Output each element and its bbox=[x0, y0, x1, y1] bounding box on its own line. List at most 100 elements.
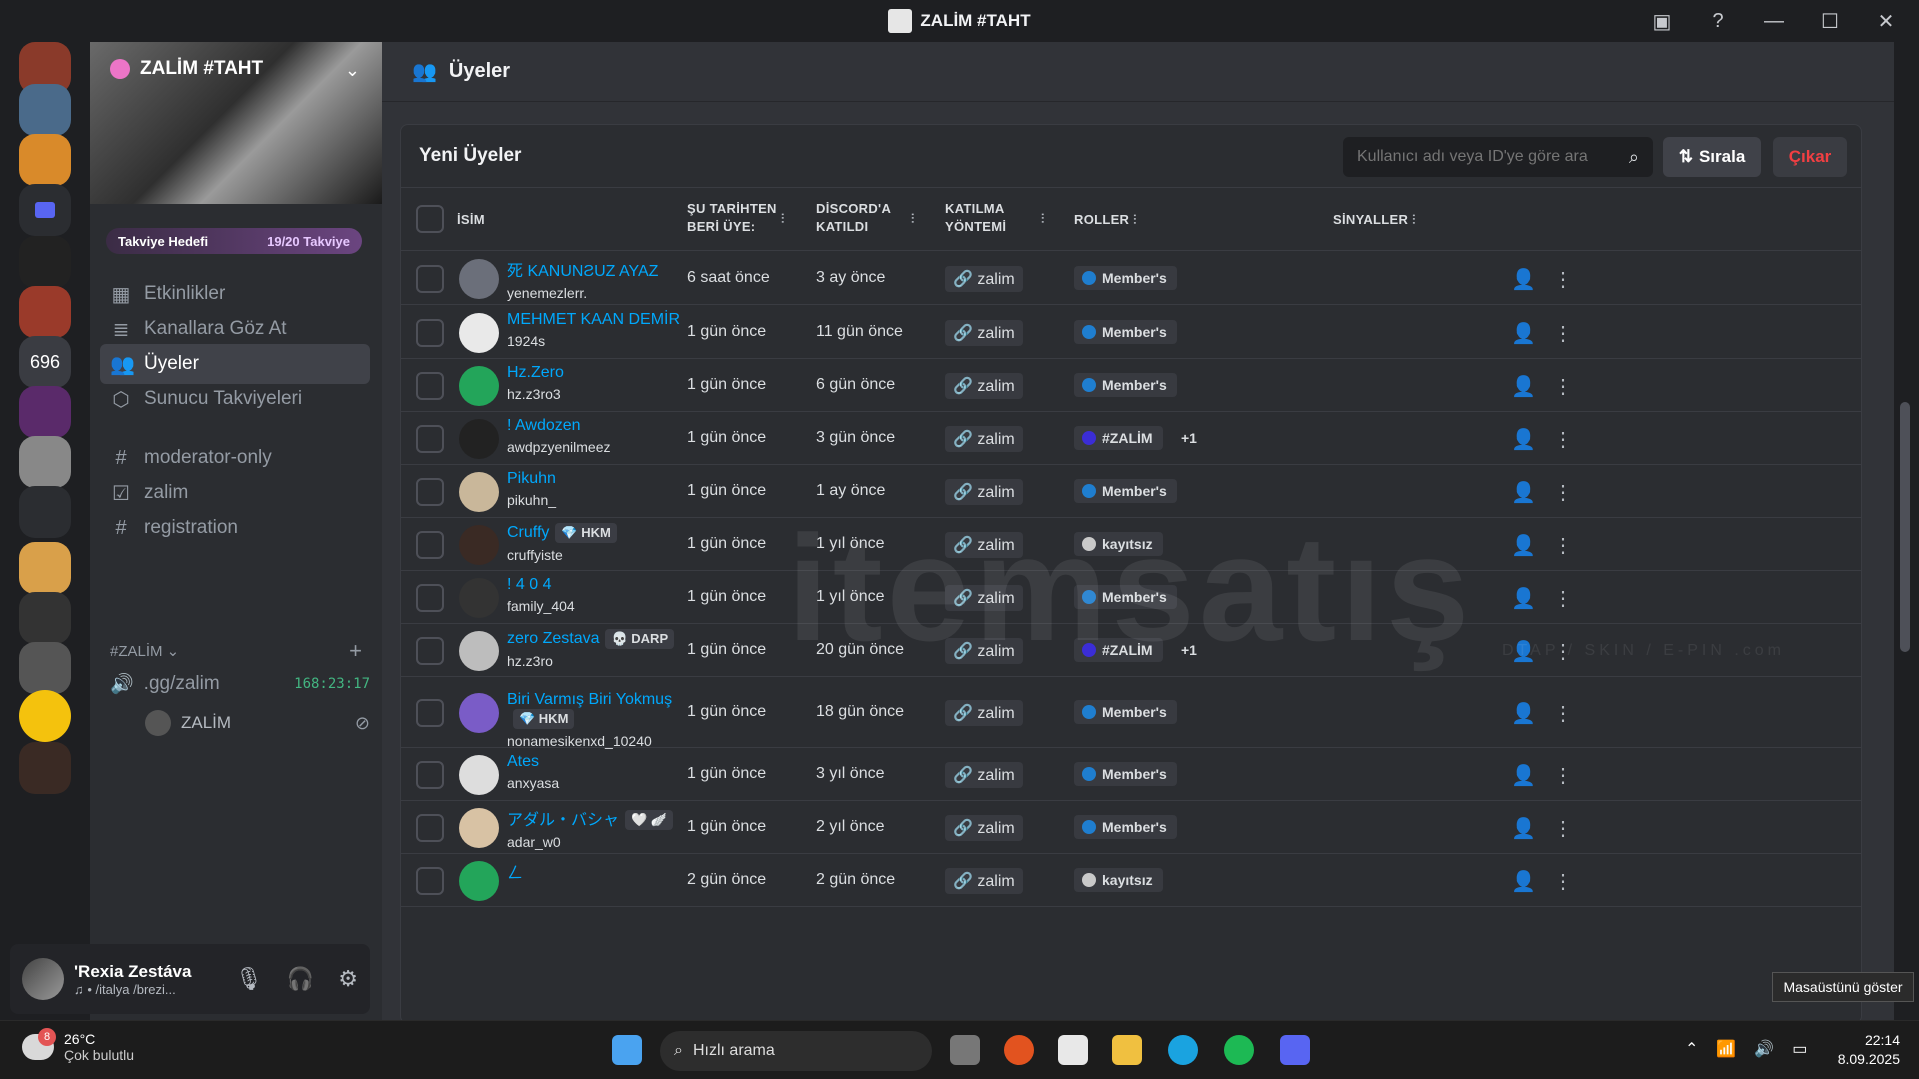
row-checkbox[interactable] bbox=[416, 530, 444, 559]
avatar[interactable] bbox=[459, 312, 499, 353]
inbox-icon[interactable]: ▣ bbox=[1649, 9, 1675, 34]
join-method[interactable]: 🔗 zalim bbox=[945, 531, 1023, 558]
role-pill[interactable]: Member's bbox=[1074, 319, 1177, 344]
app-icon[interactable] bbox=[1004, 1035, 1034, 1065]
server-icon[interactable] bbox=[19, 386, 71, 438]
role-pill[interactable]: Member's bbox=[1074, 814, 1177, 839]
server-icon[interactable] bbox=[19, 592, 71, 644]
server-icon[interactable] bbox=[19, 286, 71, 338]
more-options-icon[interactable]: ⋮ bbox=[1553, 533, 1573, 558]
member-name-cell[interactable]: Biri Varmış Biri Yokmuş💎 HKM nonamesiken… bbox=[507, 691, 687, 749]
server-icon[interactable] bbox=[19, 542, 71, 594]
nav-server-boosts[interactable]: ⬡ Sunucu Takviyeleri bbox=[100, 379, 370, 419]
role-pill[interactable]: #ZALİM bbox=[1074, 637, 1163, 662]
profile-icon[interactable]: 👤 bbox=[1511, 639, 1536, 664]
help-icon[interactable]: ? bbox=[1705, 10, 1731, 33]
server-folder[interactable] bbox=[19, 486, 71, 538]
profile-icon[interactable]: 👤 bbox=[1511, 701, 1536, 726]
add-channel-icon[interactable]: + bbox=[349, 638, 362, 664]
avatar[interactable] bbox=[22, 958, 64, 1000]
display-name[interactable]: ㄥ bbox=[507, 865, 523, 882]
search-input[interactable] bbox=[1357, 148, 1597, 166]
profile-icon[interactable]: 👤 bbox=[1511, 586, 1536, 611]
profile-icon[interactable]: 👤 bbox=[1511, 374, 1536, 399]
nav-members[interactable]: 👥 Üyeler bbox=[100, 344, 370, 384]
close-button[interactable]: ✕ bbox=[1873, 9, 1899, 34]
display-name[interactable]: Hz.Zero bbox=[507, 364, 564, 381]
server-icon-696[interactable]: 696 bbox=[19, 336, 71, 388]
server-header[interactable]: ZALİM #TAHT bbox=[110, 58, 263, 80]
more-options-icon[interactable]: ⋮ bbox=[1553, 869, 1573, 894]
display-name[interactable]: Pikuhn bbox=[507, 470, 556, 487]
join-method[interactable]: 🔗 zalim bbox=[945, 761, 1023, 788]
avatar[interactable] bbox=[459, 418, 499, 459]
table-row[interactable]: Hz.Zero hz.z3ro3 1 gün önce 6 gün önce 🔗… bbox=[401, 359, 1861, 412]
task-view-icon[interactable] bbox=[950, 1035, 980, 1065]
member-name-cell[interactable]: アダル・バシャ 🤍 🪽 adar_w0 bbox=[507, 806, 687, 850]
chevron-up-icon[interactable]: ⌃ bbox=[1685, 1039, 1698, 1059]
row-checkbox[interactable] bbox=[416, 698, 444, 727]
more-options-icon[interactable]: ⋮ bbox=[1553, 586, 1573, 611]
join-method[interactable]: 🔗 zalim bbox=[945, 699, 1023, 726]
row-checkbox[interactable] bbox=[416, 264, 444, 293]
table-row[interactable]: MEHMET KAAN DEMİR 1924s 1 gün önce 11 gü… bbox=[401, 306, 1861, 359]
scrollbar-thumb[interactable] bbox=[1900, 402, 1910, 652]
role-pill[interactable]: Member's bbox=[1074, 372, 1177, 397]
join-method[interactable]: 🔗 zalim bbox=[945, 867, 1023, 894]
profile-icon[interactable]: 👤 bbox=[1511, 869, 1536, 894]
more-options-icon[interactable]: ⋮ bbox=[1553, 480, 1573, 505]
row-checkbox[interactable] bbox=[416, 866, 444, 895]
member-search[interactable]: ⌕ bbox=[1343, 137, 1653, 177]
column-joined-discord[interactable]: DİSCORD'A KATILDI bbox=[816, 200, 906, 236]
display-name[interactable]: Biri Varmış Biri Yokmuş bbox=[507, 691, 672, 708]
more-roles[interactable]: +1 bbox=[1181, 642, 1197, 658]
filter-icon[interactable]: ⫶ bbox=[911, 210, 915, 228]
file-explorer-icon[interactable] bbox=[1112, 1035, 1142, 1065]
clock[interactable]: 22:14 8.09.2025 bbox=[1830, 1031, 1900, 1069]
display-name[interactable]: ! 4 0 4 bbox=[507, 576, 551, 593]
server-icon[interactable] bbox=[19, 742, 71, 794]
profile-icon[interactable]: 👤 bbox=[1511, 427, 1536, 452]
table-row[interactable]: Biri Varmış Biri Yokmuş💎 HKM nonamesiken… bbox=[401, 677, 1861, 749]
role-pill[interactable]: #ZALİM bbox=[1074, 425, 1163, 450]
more-options-icon[interactable]: ⋮ bbox=[1553, 267, 1573, 292]
channel-zalim[interactable]: ☑ zalim bbox=[100, 473, 370, 513]
display-name[interactable]: アダル・バシャ bbox=[507, 812, 619, 829]
server-icon[interactable] bbox=[19, 236, 71, 288]
profile-icon[interactable]: 👤 bbox=[1511, 763, 1536, 788]
member-name-cell[interactable]: ㄥ bbox=[507, 859, 687, 887]
more-options-icon[interactable]: ⋮ bbox=[1553, 639, 1573, 664]
role-pill[interactable]: Member's bbox=[1074, 478, 1177, 503]
more-options-icon[interactable]: ⋮ bbox=[1553, 427, 1573, 452]
wifi-icon[interactable]: 📶 bbox=[1716, 1039, 1736, 1059]
display-name[interactable]: Cruffy bbox=[507, 524, 549, 541]
display-name[interactable]: MEHMET KAAN DEMİR bbox=[507, 311, 680, 328]
column-member-since[interactable]: ŞU TARİHTEN BERİ ÜYE: bbox=[687, 200, 787, 236]
more-options-icon[interactable]: ⋮ bbox=[1553, 321, 1573, 346]
headphones-icon[interactable]: 🎧 bbox=[287, 966, 314, 992]
gear-icon[interactable]: ⚙ bbox=[338, 966, 358, 992]
table-row[interactable]: Ates anxyasa 1 gün önce 3 yıl önce 🔗 zal… bbox=[401, 748, 1861, 801]
avatar[interactable] bbox=[459, 754, 499, 795]
role-pill[interactable]: kayıtsız bbox=[1074, 531, 1163, 556]
join-method[interactable]: 🔗 zalim bbox=[945, 319, 1023, 346]
weather-widget[interactable]: 8 26°C Çok bulutlu bbox=[22, 1028, 134, 1063]
avatar[interactable] bbox=[459, 365, 499, 406]
table-row[interactable]: 死 KANUNƧUZ AYAZ yenemezlerr. 6 saat önce… bbox=[401, 252, 1861, 305]
join-method[interactable]: 🔗 zalim bbox=[945, 584, 1023, 611]
taskbar-search[interactable]: ⌕ Hızlı arama bbox=[660, 1031, 932, 1071]
avatar[interactable] bbox=[459, 258, 499, 299]
member-name-cell[interactable]: 死 KANUNƧUZ AYAZ yenemezlerr. bbox=[507, 257, 687, 301]
table-row[interactable]: ! Awdozen awdpzyenilmeez 1 gün önce 3 gü… bbox=[401, 412, 1861, 465]
role-pill[interactable]: Member's bbox=[1074, 584, 1177, 609]
voice-channel[interactable]: 🔊 .gg/zalim 168:23:17 bbox=[110, 672, 370, 696]
minimize-button[interactable]: — bbox=[1761, 10, 1787, 33]
display-name[interactable]: ! Awdozen bbox=[507, 417, 581, 434]
channel-registration[interactable]: # registration bbox=[100, 508, 370, 548]
display-name[interactable]: Ates bbox=[507, 753, 539, 770]
avatar[interactable] bbox=[459, 630, 499, 671]
more-options-icon[interactable]: ⋮ bbox=[1553, 816, 1573, 841]
avatar[interactable] bbox=[459, 807, 499, 848]
profile-icon[interactable]: 👤 bbox=[1511, 321, 1536, 346]
member-name-cell[interactable]: Cruffy 💎 HKM cruffyiste bbox=[507, 522, 687, 563]
